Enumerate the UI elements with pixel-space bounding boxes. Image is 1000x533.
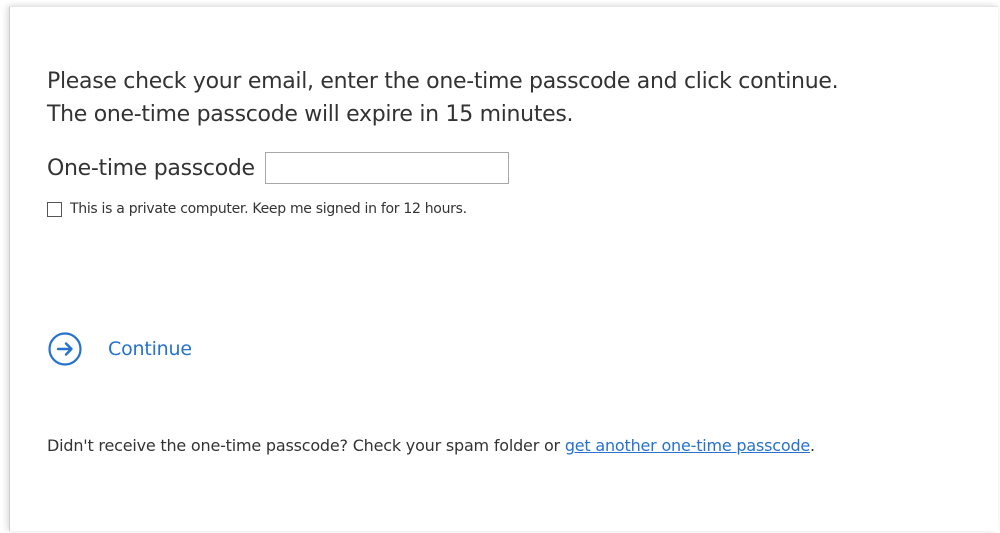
keep-signed-in-checkbox[interactable] [47,201,62,217]
resend-suffix: . [810,436,815,455]
keep-signed-in-label[interactable]: This is a private computer. Keep me sign… [70,201,467,217]
passcode-row: One-time passcode [47,151,509,185]
instructions-line-2: The one-time passcode will expire in 15 … [47,102,574,127]
arrow-right-circle-icon[interactable] [47,331,83,367]
instructions-line-1: Please check your email, enter the one-t… [47,69,839,94]
continue-label[interactable]: Continue [108,338,192,360]
keep-signed-in-row: This is a private computer. Keep me sign… [47,199,467,219]
resend-prefix: Didn't receive the one-time passcode? Ch… [47,436,565,455]
continue-button[interactable]: Continue [47,331,192,367]
passcode-input[interactable] [264,152,509,184]
resend-text: Didn't receive the one-time passcode? Ch… [47,433,947,459]
passcode-label: One-time passcode [47,155,255,181]
get-another-passcode-link[interactable]: get another one-time passcode [565,436,810,455]
instructions-text: Please check your email, enter the one-t… [47,65,997,131]
passcode-panel: Please check your email, enter the one-t… [9,6,998,531]
